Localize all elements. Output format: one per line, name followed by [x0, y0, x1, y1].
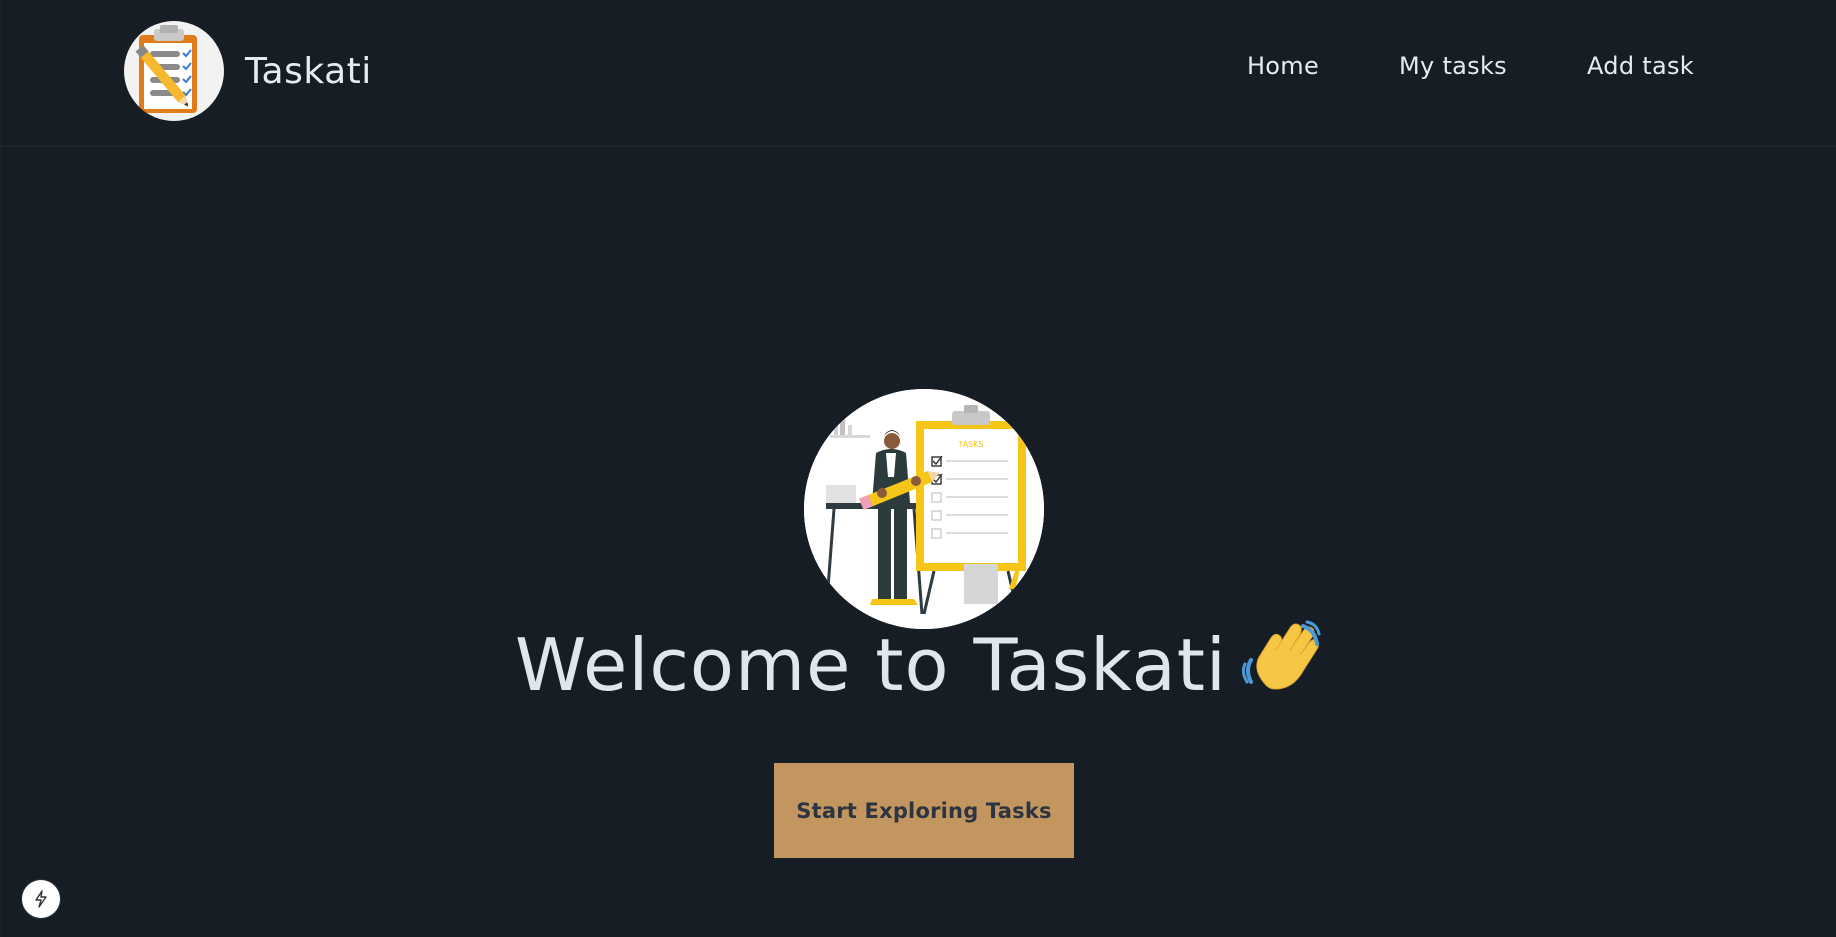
nav-link-home[interactable]: Home	[1247, 52, 1319, 80]
hero-title-text: Welcome to Taskati	[515, 623, 1227, 707]
brand-link[interactable]: Taskati	[124, 21, 372, 121]
start-exploring-button[interactable]: Start Exploring Tasks	[774, 763, 1074, 858]
clipboard-checklist-icon	[124, 21, 224, 121]
page: Taskati Home My tasks Add task TASKS Wel…	[0, 0, 1836, 937]
hero-illustration: TASKS	[804, 389, 1044, 629]
waving-hand-icon	[1241, 620, 1321, 700]
navbar: Taskati Home My tasks Add task	[0, 0, 1836, 147]
hero-title: Welcome to Taskati	[0, 620, 1836, 707]
brand-name: Taskati	[245, 50, 372, 92]
main-nav: Home My tasks Add task	[1247, 52, 1694, 80]
nav-link-my-tasks[interactable]: My tasks	[1399, 52, 1507, 80]
nav-link-add-task[interactable]: Add task	[1587, 52, 1694, 80]
lightning-bolt-icon[interactable]	[22, 880, 60, 918]
illustration-text: TASKS	[957, 440, 983, 449]
